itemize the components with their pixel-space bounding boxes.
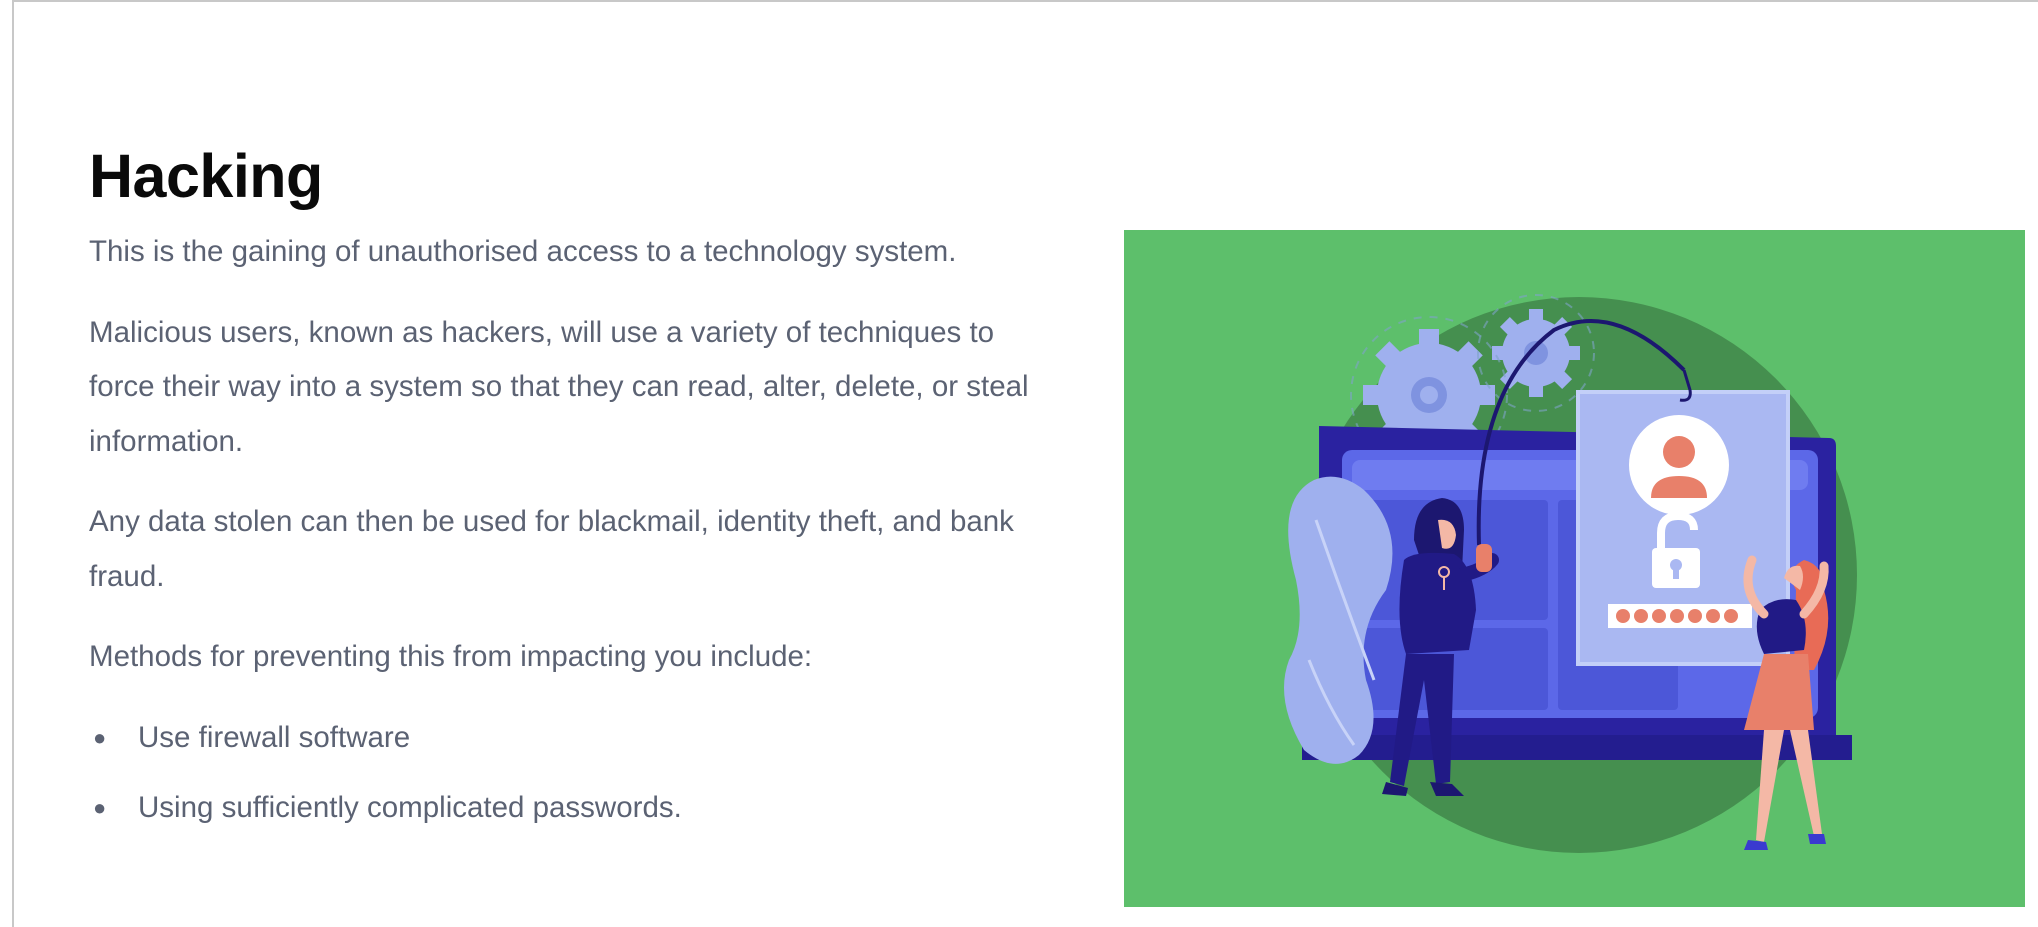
paragraph-consequences: Any data stolen can then be used for bla… bbox=[89, 505, 1014, 593]
gear-icon bbox=[1492, 309, 1580, 397]
paragraph-prevention-intro: Methods for preventing this from impacti… bbox=[89, 640, 813, 673]
page-title: Hacking bbox=[89, 142, 323, 210]
login-card bbox=[1576, 390, 1790, 666]
bullet-icon: ● bbox=[93, 795, 107, 820]
article: Hacking This is the gaining of unauthori… bbox=[89, 138, 1039, 852]
list-item: ● Use firewall software bbox=[89, 711, 1039, 766]
phishing-hacker-illustration bbox=[1124, 230, 2025, 907]
bullet-icon: ● bbox=[93, 724, 107, 750]
prevention-list: ● Use firewall software ● Using sufficie… bbox=[89, 711, 1039, 836]
list-item-text: Use firewall software bbox=[138, 720, 411, 754]
paragraph-techniques: Malicious users, known as hackers, will … bbox=[89, 315, 1029, 458]
paragraph-definition: This is the gaining of unauthorised acce… bbox=[89, 235, 957, 268]
list-item: ● Using sufficiently complicated passwor… bbox=[89, 781, 1039, 836]
list-item-text: Using sufficiently complicated passwords… bbox=[138, 791, 682, 824]
